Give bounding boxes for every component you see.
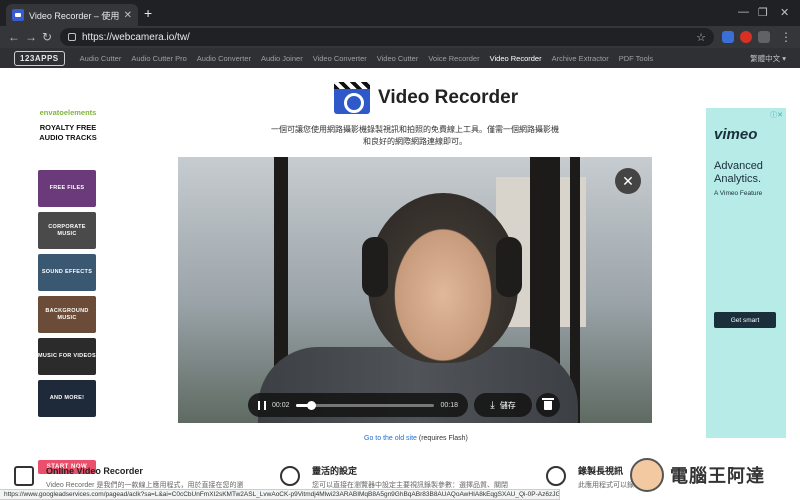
- nav-link-video-cutter[interactable]: Video Cutter: [372, 54, 424, 63]
- app-header: Video Recorder: [334, 82, 518, 114]
- headphone-image: [496, 237, 522, 297]
- close-icon[interactable]: ✕: [615, 168, 641, 194]
- page-title: Video Recorder: [378, 87, 519, 108]
- mascot-face-icon: [630, 458, 664, 492]
- playback-controls: 00:02 00:18: [248, 393, 468, 417]
- forward-icon[interactable]: →: [25, 29, 37, 45]
- feature-title: 錄製長視訊: [578, 466, 624, 476]
- envato-tile-and-more[interactable]: AND MORE!: [38, 380, 96, 417]
- nav-link-archive-extractor[interactable]: Archive Extractor: [547, 54, 614, 63]
- save-button[interactable]: ⤓ 儲存: [474, 393, 532, 417]
- new-tab-button[interactable]: +: [144, 5, 152, 21]
- feature-title: 靈活的設定: [312, 466, 358, 476]
- language-selector[interactable]: 繁體中文 ▾: [750, 53, 786, 64]
- feature-text: 此應用程式可以錄製長達一小時的視訊: [578, 482, 638, 489]
- bookmark-star-icon[interactable]: ☆: [696, 31, 706, 44]
- envato-tile-corporate-music[interactable]: CORPORATE MUSIC: [38, 212, 96, 249]
- watermark: 電腦王阿達: [630, 452, 800, 498]
- infinity-icon: [546, 466, 566, 486]
- page-content: Video Recorder 一個可讓您使用網路攝影機錄製視訊和拍照的免費線上工…: [0, 68, 800, 500]
- download-icon: ⤓: [490, 399, 495, 411]
- site-logo[interactable]: 123APPS: [14, 50, 65, 66]
- save-label: 儲存: [499, 400, 516, 410]
- envato-tiles: FREE FILES CORPORATE MUSIC SOUND EFFECTS BA…: [38, 170, 96, 422]
- gear-icon: [280, 466, 300, 486]
- url-text[interactable]: https://webcamera.io/tw/: [82, 32, 690, 43]
- envato-brand-suffix: elements: [63, 108, 97, 117]
- old-site-note: (requires Flash): [418, 435, 468, 442]
- envato-headline: ROYALTY FREE AUDIO TRACKS: [39, 123, 97, 142]
- browser-tab[interactable]: Video Recorder – 使用網路 ✕: [6, 4, 138, 26]
- nav-link-audio-cutter[interactable]: Audio Cutter: [75, 54, 127, 63]
- nav-link-video-recorder[interactable]: Video Recorder: [485, 54, 547, 63]
- delete-button[interactable]: [536, 393, 560, 417]
- extension-icon[interactable]: [740, 31, 752, 43]
- adchoices-icon[interactable]: ⓘ✕: [770, 110, 783, 120]
- seek-handle[interactable]: [306, 400, 316, 410]
- reload-icon[interactable]: ↻: [42, 29, 52, 45]
- page-description: 一個可讓您使用網路攝影機錄製視訊和拍照的免費線上工具。僅需一個網路攝影機和良好的…: [271, 125, 559, 146]
- old-site-link[interactable]: Go to the old site: [364, 435, 417, 442]
- envato-brand-prefix: envato: [39, 108, 64, 117]
- site-favicon-icon: [12, 9, 24, 21]
- feature-title: Online Video Recorder: [46, 466, 143, 476]
- nav-link-audio-joiner[interactable]: Audio Joiner: [256, 54, 308, 63]
- site-nav-links: Audio Cutter Audio Cutter Pro Audio Conver…: [75, 54, 659, 63]
- vimeo-headline: Advanced Analytics.: [714, 160, 763, 185]
- address-bar[interactable]: https://webcamera.io/tw/ ☆: [60, 28, 714, 46]
- envato-ad[interactable]: envatoelements ROYALTY FREE AUDIO TRACKS…: [34, 108, 102, 474]
- minimize-icon[interactable]: —: [738, 6, 749, 18]
- duration: 00:18: [440, 401, 458, 409]
- nav-link-pdf-tools[interactable]: PDF Tools: [614, 54, 658, 63]
- seek-bar[interactable]: [295, 400, 435, 410]
- nav-link-video-converter[interactable]: Video Converter: [308, 54, 372, 63]
- envato-tile-free-files[interactable]: FREE FILES: [38, 170, 96, 207]
- envato-logo: envatoelements: [34, 108, 102, 117]
- old-site-line: Go to the old site (requires Flash): [364, 435, 468, 442]
- watermark-text: 電腦王阿達: [670, 466, 765, 486]
- pause-icon[interactable]: [258, 400, 266, 410]
- envato-tile-sound-effects[interactable]: SOUND EFFECTS: [38, 254, 96, 291]
- video-recorder-app-icon: [334, 82, 370, 114]
- headphone-image: [362, 237, 388, 297]
- video-preview: ✕ 00:02 00:18 ⤓ 儲存: [178, 157, 652, 423]
- nav-link-audio-converter[interactable]: Audio Converter: [192, 54, 256, 63]
- extension-icon[interactable]: [722, 31, 734, 43]
- lock-icon: [68, 33, 76, 41]
- envato-tile-background-music[interactable]: BACKGROUND MUSIC: [38, 296, 96, 333]
- back-icon[interactable]: ←: [8, 29, 20, 45]
- browser-status-bar: https://www.googleadservices.com/pagead/…: [0, 489, 560, 500]
- trash-icon: [542, 397, 554, 410]
- nav-link-voice-recorder[interactable]: Voice Recorder: [423, 54, 484, 63]
- browser-toolbar: ← → ↻ https://webcamera.io/tw/ ☆ ⋮: [0, 26, 800, 48]
- close-tab-icon[interactable]: ✕: [124, 10, 132, 21]
- clapperboard-icon: [14, 466, 34, 486]
- browser-tab-strip: Video Recorder – 使用網路 ✕ + — ❐ ✕: [0, 0, 800, 26]
- current-time: 00:02: [272, 401, 290, 409]
- menu-kebab-icon[interactable]: ⋮: [780, 29, 792, 45]
- close-window-icon[interactable]: ✕: [780, 6, 789, 19]
- vimeo-ad[interactable]: ⓘ✕ vimeo Advanced Analytics. A Vimeo Fea…: [706, 108, 786, 438]
- vimeo-logo: vimeo: [714, 126, 758, 143]
- get-smart-button[interactable]: Get smart: [714, 312, 776, 328]
- maximize-icon[interactable]: ❐: [758, 6, 768, 19]
- envato-tile-music-for-videos[interactable]: MUSIC FOR VIDEOS: [38, 338, 96, 375]
- tab-title: Video Recorder – 使用網路: [29, 10, 119, 21]
- nav-link-audio-cutter-pro[interactable]: Audio Cutter Pro: [126, 54, 191, 63]
- extension-icon[interactable]: [758, 31, 770, 43]
- vimeo-subtitle: A Vimeo Feature: [714, 190, 763, 197]
- site-nav: 123APPS Audio Cutter Audio Cutter Pro Audi…: [0, 48, 800, 68]
